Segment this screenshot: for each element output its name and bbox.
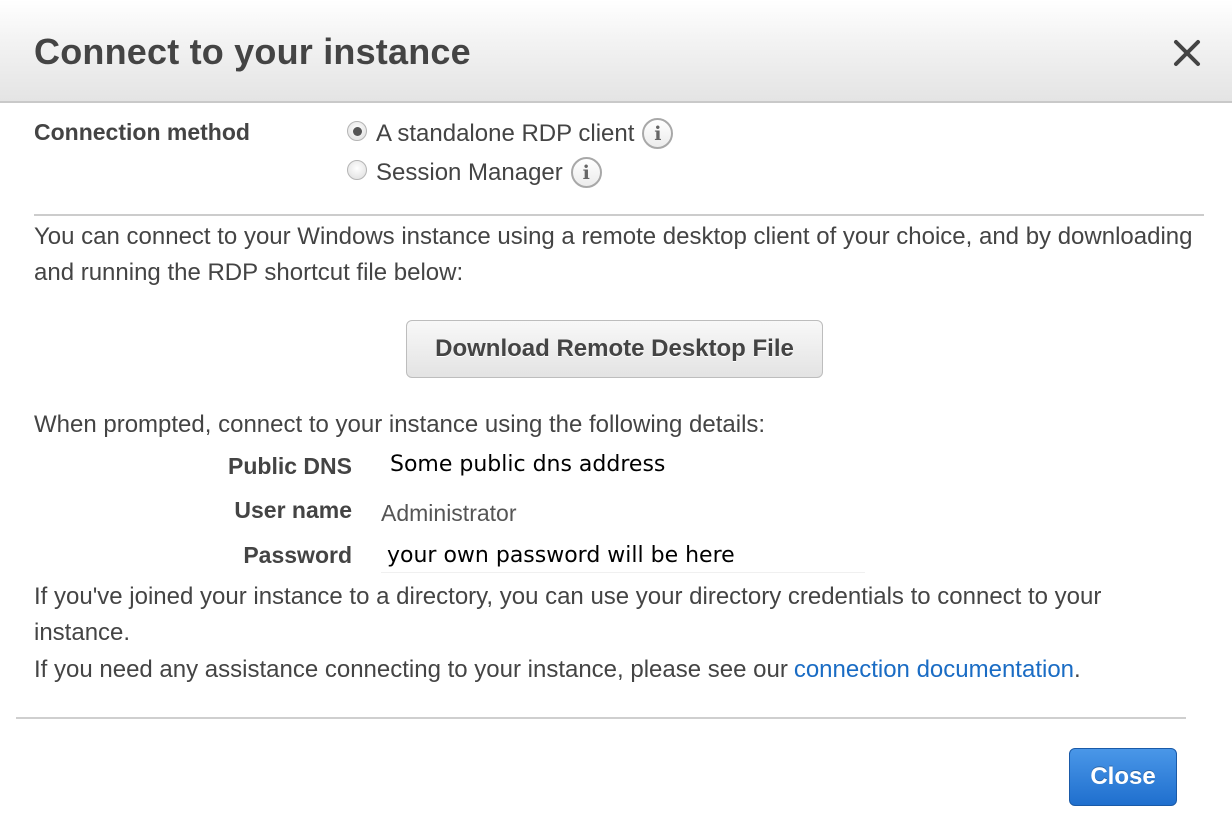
intro-text: You can connect to your Windows instance…	[34, 223, 1193, 286]
prompt-text: When prompted, connect to your instance …	[34, 411, 766, 438]
directory-text: If you've joined your instance to a dire…	[34, 583, 1102, 646]
connection-method-label: Connection method	[34, 119, 250, 145]
user-name-value: Administrator	[381, 500, 517, 526]
user-name-label: User name	[234, 497, 352, 523]
password-label: Password	[243, 542, 352, 568]
close-button[interactable]: Close	[1069, 748, 1177, 806]
connection-documentation-link[interactable]: connection documentation	[794, 656, 1074, 683]
radio-label: A standalone RDP client	[376, 119, 635, 147]
divider	[34, 214, 1204, 216]
dialog-title: Connect to your instance	[34, 31, 471, 72]
password-value: your own password will be here	[381, 543, 865, 573]
footer-divider	[16, 717, 1186, 719]
radio-option-session-manager[interactable]: Session Manager i	[347, 157, 602, 188]
download-rdp-file-button[interactable]: Download Remote Desktop File	[406, 320, 823, 378]
radio-option-rdp-client[interactable]: A standalone RDP client i	[347, 118, 674, 149]
assistance-text-body: If you need any assistance connecting to…	[34, 656, 788, 683]
radio-button[interactable]	[347, 159, 367, 180]
info-icon[interactable]: i	[642, 118, 674, 149]
dialog-header: Connect to your instance	[0, 0, 1232, 103]
assistance-suffix: .	[1074, 656, 1081, 683]
assistance-text: If you need any assistance connecting to…	[34, 652, 1081, 688]
info-icon[interactable]: i	[570, 157, 602, 188]
public-dns-value: Some public dns address	[390, 452, 666, 477]
radio-button[interactable]	[347, 120, 367, 141]
radio-label: Session Manager	[376, 158, 563, 186]
public-dns-label: Public DNS	[228, 453, 352, 479]
close-icon[interactable]	[1170, 36, 1204, 70]
